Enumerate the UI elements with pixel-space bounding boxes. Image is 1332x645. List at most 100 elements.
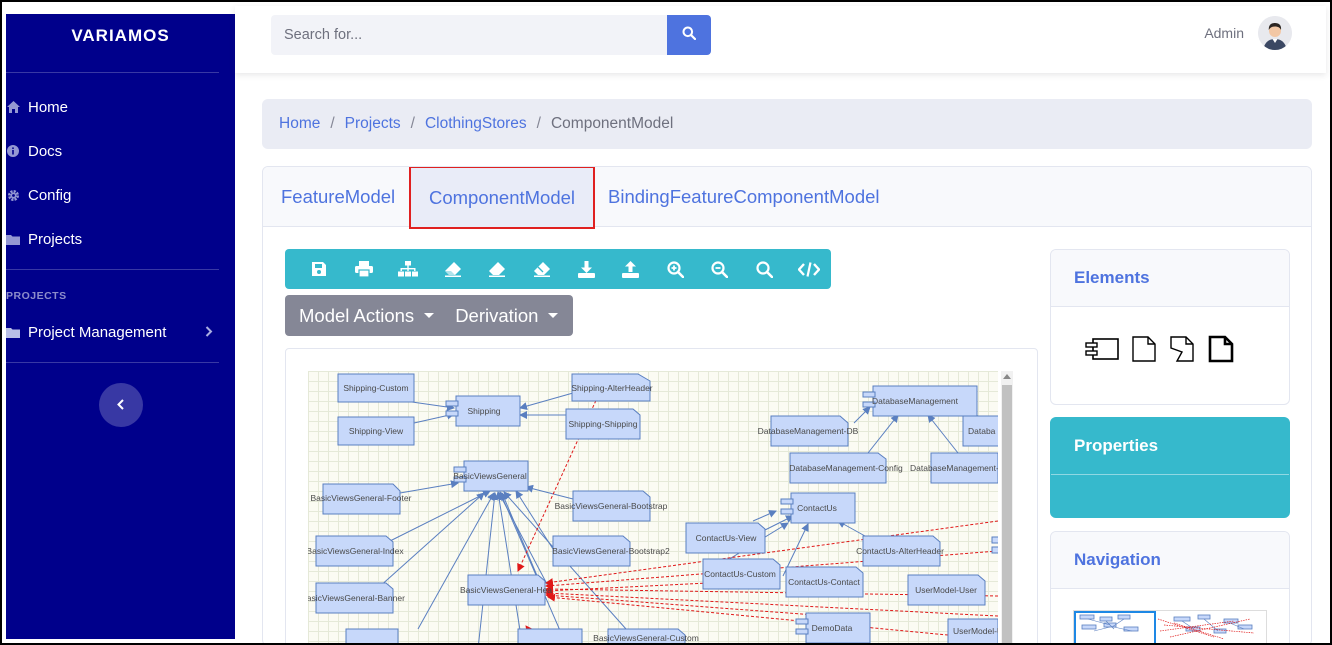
breadcrumb-link-home[interactable]: Home xyxy=(279,115,320,133)
breadcrumb-separator: / xyxy=(410,115,415,132)
node-user-model-dash[interactable]: UserModel-U xyxy=(947,618,998,645)
node-basic-views-general-index[interactable]: BasicViewsGeneral-Index xyxy=(308,535,404,567)
node-basic-views-general-bootstrap2[interactable]: BasicViewsGeneral-Bootstrap2 xyxy=(552,535,670,567)
svg-text:BasicViewsGeneral-Index: BasicViewsGeneral-Index xyxy=(308,546,404,556)
gear-icon xyxy=(6,189,20,202)
node-demo-data[interactable]: DemoData xyxy=(795,612,871,644)
diagram-scrollbar[interactable] xyxy=(1001,371,1013,645)
svg-text:ContactUs-Contact: ContactUs-Contact xyxy=(788,577,860,587)
breadcrumb-link-projects[interactable]: Projects xyxy=(345,115,401,133)
breadcrumb: Home / Projects / ClothingStores / Compo… xyxy=(262,99,1312,149)
node-user-model-user[interactable]: UserModel-User xyxy=(907,574,986,606)
svg-text:Shipping-View: Shipping-View xyxy=(349,426,404,436)
svg-text:Databa: Databa xyxy=(968,426,996,436)
component-icon[interactable] xyxy=(1084,337,1120,361)
properties-panel: Properties xyxy=(1050,417,1290,518)
chevron-left-icon xyxy=(116,397,125,413)
node-contact-us-alterheader[interactable]: ContactUs-AlterHeader xyxy=(856,535,944,567)
tab-feature-model[interactable]: FeatureModel xyxy=(281,167,395,227)
search-input[interactable] xyxy=(271,15,667,55)
node-basic-views-general-footer[interactable]: BasicViewsGeneral-Footer xyxy=(311,483,412,515)
node-basic-views-general-custom[interactable]: BasicViewsGeneral-Custom xyxy=(593,628,699,645)
breadcrumb-separator: / xyxy=(330,115,335,132)
node-database-management-config[interactable]: DatabaseManagement-Config xyxy=(789,452,903,484)
properties-panel-title: Properties xyxy=(1051,418,1289,475)
zoom-out-button[interactable] xyxy=(698,249,743,289)
sidebar-item-config[interactable]: Config xyxy=(6,173,235,217)
tab-binding-feature-component-model[interactable]: BindingFeatureComponentModel xyxy=(608,167,880,227)
upload-icon xyxy=(622,260,640,278)
node-shipping-shipping[interactable]: Shipping-Shipping xyxy=(565,408,641,440)
svg-text:Shipping: Shipping xyxy=(467,406,500,416)
svg-text:BasicViewsGeneral-Hea: BasicViewsGeneral-Hea xyxy=(460,585,552,595)
eraser-button[interactable] xyxy=(475,249,520,289)
sidebar-section-title: PROJECTS xyxy=(6,290,67,302)
model-actions-label: Model Actions xyxy=(299,304,415,326)
file-icon[interactable] xyxy=(1131,335,1157,363)
sidebar: VARIAMOS Home Docs Config Projects PROJE… xyxy=(6,14,235,639)
save-button[interactable] xyxy=(297,249,342,289)
node-database-management-dash[interactable]: DatabaseManagement- xyxy=(910,452,998,484)
node-shipping-custom[interactable]: Shipping-Custom xyxy=(337,373,415,403)
diagram-canvas[interactable]: Shipping-Custom Shipping-AlterHeader Shi… xyxy=(308,371,998,645)
svg-text:BasicViewsGeneral-Custom: BasicViewsGeneral-Custom xyxy=(593,633,699,643)
download-button[interactable] xyxy=(564,249,609,289)
node-basic-views-general-header[interactable]: BasicViewsGeneral-Hea xyxy=(460,574,552,606)
svg-text:ContactUs-AlterHeader: ContactUs-AlterHeader xyxy=(856,546,944,556)
eraser-icon xyxy=(444,261,462,277)
sidebar-item-projects[interactable]: Projects xyxy=(6,217,235,261)
sidebar-item-home[interactable]: Home xyxy=(6,85,235,129)
breadcrumb-link-project[interactable]: ClothingStores xyxy=(425,115,527,133)
node-shipping[interactable]: Shipping xyxy=(445,395,521,427)
file-split-icon[interactable] xyxy=(1168,335,1196,363)
model-actions-dropdown[interactable]: Model Actions xyxy=(285,295,449,336)
svg-text:DatabaseManagement-DB: DatabaseManagement-DB xyxy=(758,426,859,436)
scrollbar-thumb[interactable] xyxy=(1002,385,1012,645)
sidebar-item-label: Config xyxy=(28,186,72,204)
zoom-in-icon xyxy=(667,260,684,278)
svg-text:DatabaseManagement: DatabaseManagement xyxy=(872,396,959,406)
elements-palette xyxy=(1051,307,1289,363)
eraser-button[interactable] xyxy=(431,249,476,289)
node-shipping-alterheader[interactable]: Shipping-AlterHeader xyxy=(571,373,653,402)
node-database-management-db[interactable]: DatabaseManagement-DB xyxy=(758,415,859,447)
file-bold-icon[interactable] xyxy=(1207,335,1235,363)
node-shipping-view[interactable]: Shipping-View xyxy=(337,416,415,446)
sidebar-item-docs[interactable]: Docs xyxy=(6,129,235,173)
tab-component-model[interactable]: ComponentModel xyxy=(409,167,595,229)
user-menu[interactable]: Admin xyxy=(1204,16,1292,50)
breadcrumb-current: ComponentModel xyxy=(550,115,674,132)
chevron-right-icon xyxy=(205,324,213,340)
node-basic-views-general[interactable]: BasicViewsGeneral xyxy=(453,460,529,492)
save-icon xyxy=(311,261,327,277)
navigation-minimap[interactable] xyxy=(1073,610,1267,645)
code-button[interactable] xyxy=(787,249,832,289)
node-database-management[interactable]: DatabaseManagement xyxy=(862,385,978,417)
zoom-in-button[interactable] xyxy=(653,249,698,289)
node-contact-us-view[interactable]: ContactUs-View xyxy=(685,522,766,554)
eraser-button[interactable] xyxy=(520,249,565,289)
svg-text:Shipping-Shipping: Shipping-Shipping xyxy=(569,419,638,429)
sidebar-item-project-management[interactable]: Project Management xyxy=(6,310,235,354)
avatar[interactable] xyxy=(1258,16,1292,50)
node-contact-us-contact[interactable]: ContactUs-Contact xyxy=(785,566,864,598)
derivation-label: Derivation xyxy=(455,304,539,326)
node-basic-views-general-bootstrap[interactable]: BasicViewsGeneral-Bootstrap xyxy=(555,490,668,522)
node-contact-us[interactable]: ContactUs xyxy=(780,492,856,524)
svg-text:ContactUs-View: ContactUs-View xyxy=(696,533,758,543)
sidebar-toggle-button[interactable] xyxy=(98,383,143,427)
search-diagram-button[interactable] xyxy=(742,249,787,289)
print-button[interactable] xyxy=(342,249,387,289)
derivation-dropdown[interactable]: Derivation xyxy=(449,295,573,336)
svg-text:UserModel-User: UserModel-User xyxy=(915,585,977,595)
sitemap-button[interactable] xyxy=(386,249,431,289)
node-contact-us-custom[interactable]: ContactUs-Custom xyxy=(702,558,781,590)
brand-logo[interactable]: VARIAMOS xyxy=(6,14,235,72)
caret-down-icon xyxy=(548,313,559,318)
search-button[interactable] xyxy=(667,15,711,55)
node-databa[interactable]: Databa xyxy=(962,415,998,447)
diagram-container: Shipping-Custom Shipping-AlterHeader Shi… xyxy=(285,348,1038,645)
node-basic-views-general-banner[interactable]: BasicViewsGeneral-Banner xyxy=(308,582,405,614)
scroll-up-icon[interactable] xyxy=(1003,374,1011,379)
upload-button[interactable] xyxy=(609,249,654,289)
